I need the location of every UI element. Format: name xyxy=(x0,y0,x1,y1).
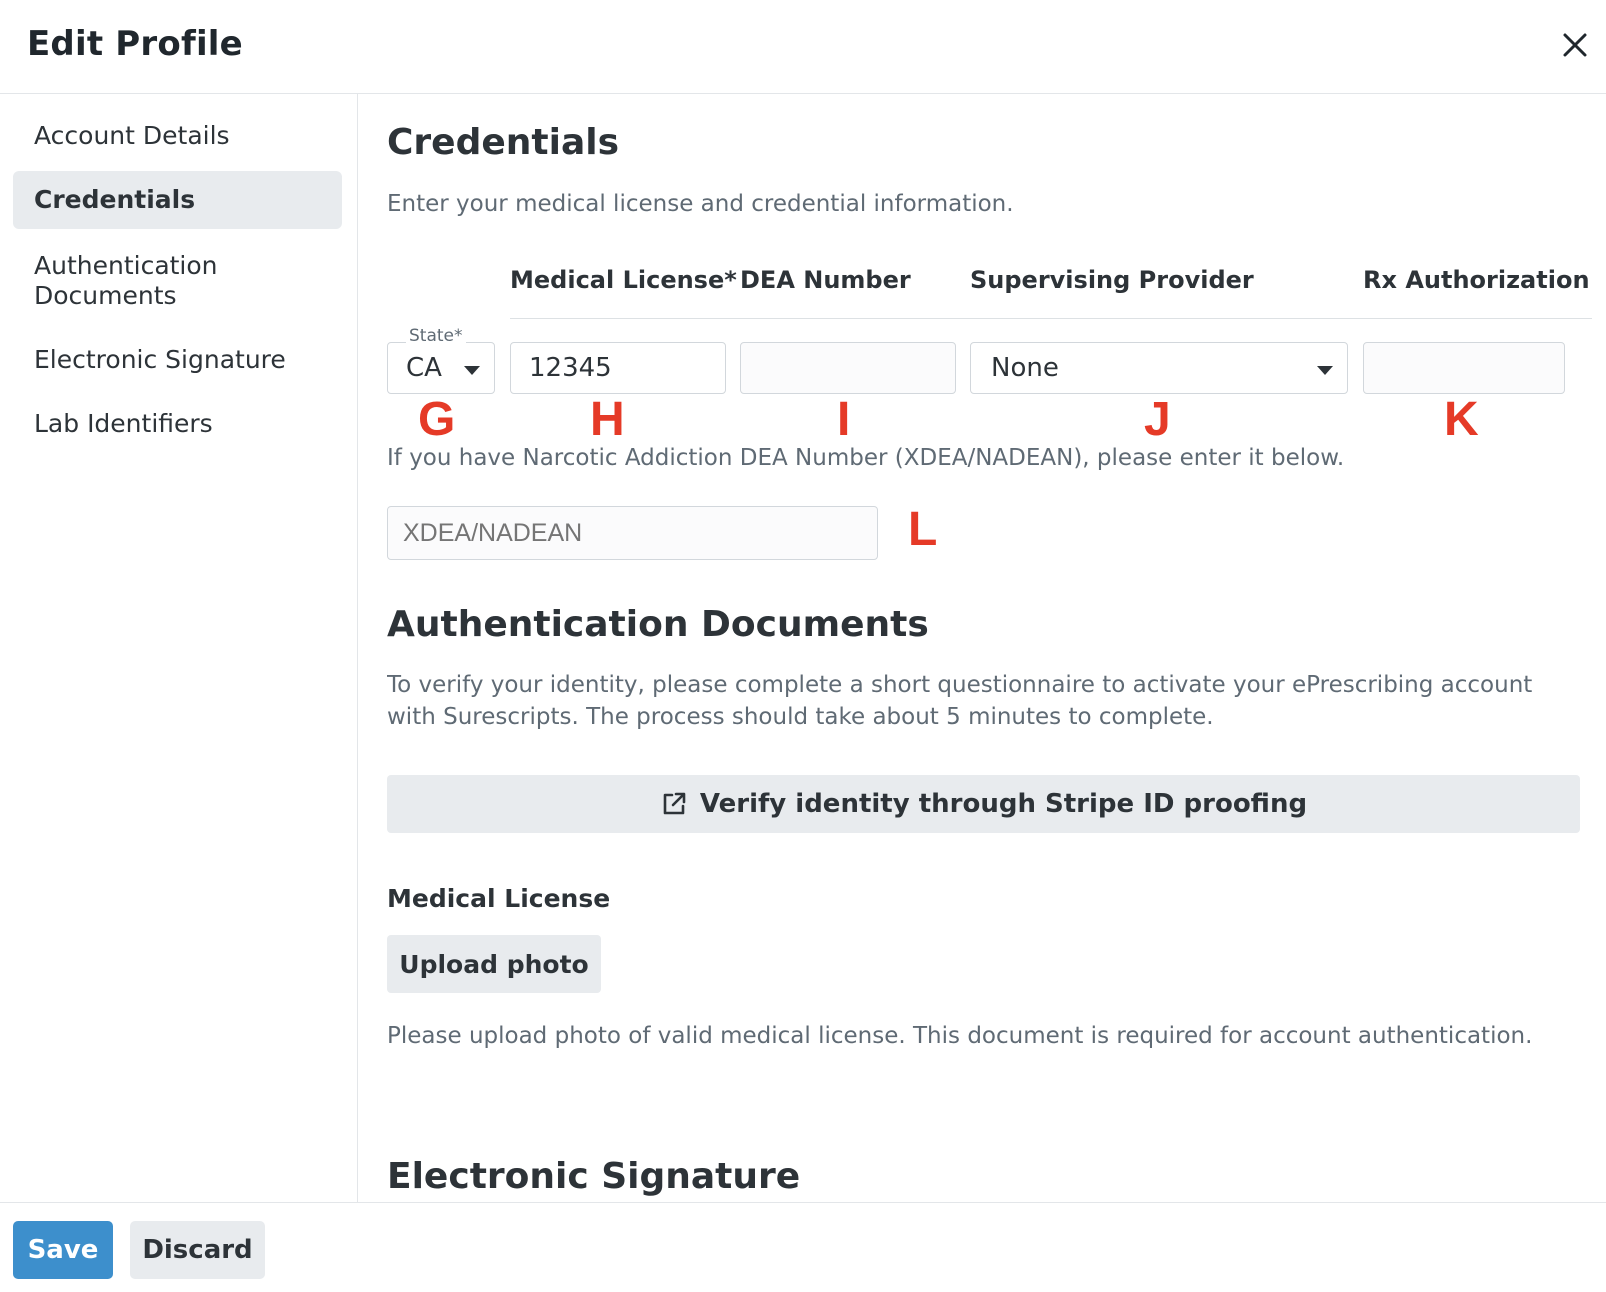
supervising-provider-header: Supervising Provider xyxy=(970,266,1254,294)
sidebar-item-lab-identifiers[interactable]: Lab Identifiers xyxy=(13,408,342,440)
state-select[interactable]: State* CA xyxy=(387,326,495,394)
marker-k: K xyxy=(1444,393,1479,446)
state-label: State* xyxy=(406,326,466,346)
save-button[interactable]: Save xyxy=(13,1221,113,1279)
dea-number-input[interactable] xyxy=(740,342,956,394)
medical-license-header: Medical License* xyxy=(510,266,737,294)
auth-docs-heading: Authentication Documents xyxy=(387,604,929,645)
modal-header: Edit Profile xyxy=(0,0,1606,94)
sidebar-item-label: Credentials xyxy=(34,185,196,214)
state-value: CA xyxy=(406,353,442,383)
discard-button[interactable]: Discard xyxy=(130,1221,265,1279)
verify-identity-button[interactable]: Verify identity through Stripe ID proofi… xyxy=(387,775,1580,833)
marker-i: I xyxy=(837,393,851,446)
close-button[interactable] xyxy=(1556,26,1594,64)
auth-docs-description: To verify your identity, please complete… xyxy=(387,672,1533,730)
sidebar-item-label: Electronic Signature xyxy=(34,345,286,374)
xdea-note: If you have Narcotic Addiction DEA Numbe… xyxy=(387,445,1345,471)
close-icon xyxy=(1563,33,1587,57)
upload-note: Please upload photo of valid medical lic… xyxy=(387,1023,1533,1049)
sidebar-item-electronic-signature[interactable]: Electronic Signature xyxy=(13,344,342,376)
main-content: Credentials Enter your medical license a… xyxy=(387,94,1592,1202)
xdea-input[interactable] xyxy=(387,506,878,560)
modal-footer: Save Discard xyxy=(0,1202,1606,1292)
credentials-description: Enter your medical license and credentia… xyxy=(387,191,1014,217)
sidebar-nav: Account Details Credentials Authenticati… xyxy=(0,94,358,1202)
sidebar-item-label: Account Details xyxy=(34,121,230,150)
electronic-signature-heading: Electronic Signature xyxy=(387,1156,801,1197)
upload-photo-button[interactable]: Upload photo xyxy=(387,935,601,993)
marker-l: L xyxy=(908,503,938,556)
external-link-icon xyxy=(663,792,686,815)
marker-h: H xyxy=(590,393,625,446)
marker-g: G xyxy=(418,393,456,446)
chevron-down-icon xyxy=(1317,366,1333,375)
supervising-provider-select[interactable]: None xyxy=(970,342,1348,394)
medical-license-input[interactable]: 12345 xyxy=(510,342,726,394)
marker-j: J xyxy=(1144,393,1171,446)
sidebar-item-account-details[interactable]: Account Details xyxy=(13,120,342,152)
supervising-provider-value: None xyxy=(991,353,1059,383)
rx-authorization-input[interactable] xyxy=(1363,342,1565,394)
chevron-down-icon xyxy=(464,366,480,375)
verify-identity-label: Verify identity through Stripe ID proofi… xyxy=(699,789,1308,819)
rx-authorization-header: Rx Authorization xyxy=(1363,266,1590,294)
sidebar-item-label: Lab Identifiers xyxy=(34,409,213,438)
sidebar-item-credentials[interactable]: Credentials xyxy=(13,171,342,229)
medical-license-value: 12345 xyxy=(529,353,612,383)
header-divider xyxy=(510,318,1592,319)
credentials-heading: Credentials xyxy=(387,122,620,163)
sidebar-item-label: Authentication Documents xyxy=(34,251,218,310)
sidebar-item-authentication-documents[interactable]: Authentication Documents xyxy=(13,250,342,312)
dea-number-header: DEA Number xyxy=(740,266,911,294)
modal-title: Edit Profile xyxy=(27,24,243,64)
medical-license-subheading: Medical License xyxy=(387,884,611,913)
